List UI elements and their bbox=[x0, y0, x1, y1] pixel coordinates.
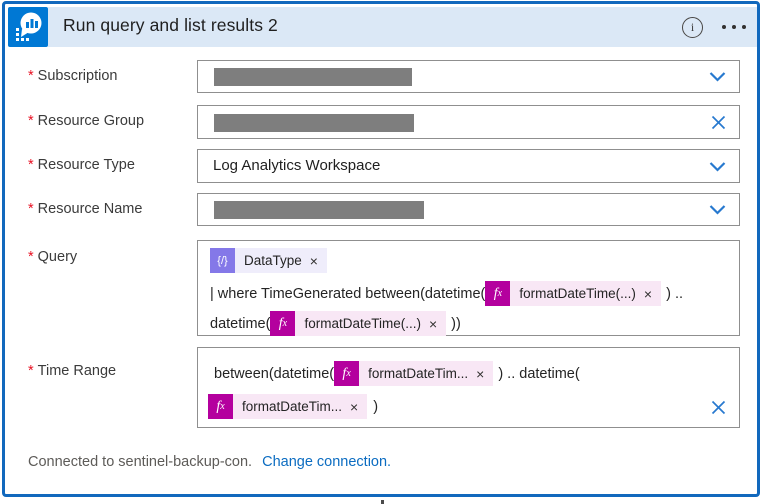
token-close-icon[interactable]: × bbox=[429, 316, 437, 332]
designer-canvas: Run query and list results 2 i *Subscrip… bbox=[0, 0, 766, 504]
more-menu-icon[interactable] bbox=[722, 25, 746, 29]
azure-monitor-logs-icon bbox=[8, 7, 48, 47]
resource-type-dropdown[interactable]: Log Analytics Workspace bbox=[197, 149, 740, 183]
required-asterisk: * bbox=[28, 363, 34, 379]
time-range-label: *Time Range bbox=[28, 363, 116, 379]
required-asterisk: * bbox=[28, 249, 34, 265]
time-range-input[interactable]: between(datetime( fx formatDateTim... × )… bbox=[197, 347, 740, 428]
token-close-icon[interactable]: × bbox=[644, 286, 652, 302]
query-text: datetime( bbox=[210, 316, 270, 332]
chevron-down-icon[interactable] bbox=[709, 162, 726, 172]
time-range-text: ) bbox=[373, 399, 378, 415]
redacted-value-bar bbox=[214, 114, 414, 132]
clear-icon[interactable] bbox=[711, 400, 726, 415]
connector-line bbox=[381, 500, 384, 504]
token-close-icon[interactable]: × bbox=[310, 253, 318, 269]
resource-type-label: *Resource Type bbox=[28, 157, 135, 173]
connection-footer: Connected to sentinel-backup-con. Change… bbox=[28, 454, 391, 470]
expression-token[interactable]: fx formatDateTime(...) × bbox=[485, 281, 661, 306]
chevron-down-icon[interactable] bbox=[709, 72, 726, 82]
connection-status: Connected to sentinel-backup-con. bbox=[28, 454, 252, 470]
expression-token[interactable]: fx formatDateTime(...) × bbox=[270, 311, 446, 336]
fx-icon: fx bbox=[334, 361, 359, 386]
resource-type-value: Log Analytics Workspace bbox=[213, 157, 380, 174]
token-label: formatDateTim... bbox=[368, 366, 468, 381]
fx-icon: fx bbox=[270, 311, 295, 336]
action-title: Run query and list results 2 bbox=[63, 15, 278, 36]
redacted-value-bar bbox=[214, 68, 412, 86]
subscription-label: *Subscription bbox=[28, 68, 117, 84]
query-editor[interactable]: {/} DataType × | where TimeGenerated betw… bbox=[197, 240, 740, 336]
required-asterisk: * bbox=[28, 113, 34, 129]
resource-name-dropdown[interactable] bbox=[197, 193, 740, 226]
required-asterisk: * bbox=[28, 68, 34, 84]
required-asterisk: * bbox=[28, 201, 34, 217]
token-label: formatDateTime(...) bbox=[304, 316, 421, 331]
time-range-text: ) .. datetime( bbox=[498, 366, 579, 382]
expression-token[interactable]: fx formatDateTim... × bbox=[208, 394, 367, 419]
expression-token[interactable]: fx formatDateTim... × bbox=[334, 361, 493, 386]
time-range-text: between(datetime( bbox=[214, 366, 334, 382]
clear-icon[interactable] bbox=[711, 115, 726, 130]
braces-icon: {/} bbox=[210, 248, 235, 273]
dynamic-content-token[interactable]: {/} DataType × bbox=[210, 248, 327, 273]
subscription-dropdown[interactable] bbox=[197, 60, 740, 93]
query-text: )) bbox=[451, 316, 461, 332]
query-text: | where TimeGenerated between(datetime( bbox=[210, 286, 485, 302]
token-close-icon[interactable]: × bbox=[350, 399, 358, 415]
fx-icon: fx bbox=[485, 281, 510, 306]
resource-group-input[interactable] bbox=[197, 105, 740, 139]
required-asterisk: * bbox=[28, 157, 34, 173]
chevron-down-icon[interactable] bbox=[709, 205, 726, 215]
fx-icon: fx bbox=[208, 394, 233, 419]
info-icon[interactable]: i bbox=[682, 17, 703, 38]
token-label: formatDateTim... bbox=[242, 399, 342, 414]
token-label: DataType bbox=[244, 253, 302, 268]
resource-group-label: *Resource Group bbox=[28, 113, 144, 129]
token-close-icon[interactable]: × bbox=[476, 366, 484, 382]
redacted-value-bar bbox=[214, 201, 424, 219]
resource-name-label: *Resource Name bbox=[28, 201, 142, 217]
query-text: ) .. bbox=[666, 286, 683, 302]
token-label: formatDateTime(...) bbox=[519, 286, 636, 301]
query-label: *Query bbox=[28, 249, 77, 265]
change-connection-link[interactable]: Change connection. bbox=[262, 454, 391, 470]
